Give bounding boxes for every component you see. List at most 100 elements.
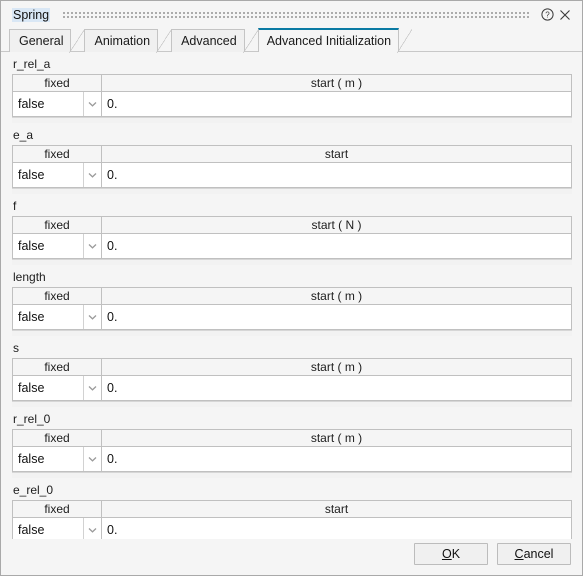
chevron-down-icon[interactable] [83,447,101,471]
tab-advanced[interactable]: Advanced [171,29,258,53]
help-circle-icon[interactable]: ? [538,6,556,24]
fixed-combobox-value: false [13,376,83,400]
chevron-down-icon[interactable] [83,92,101,116]
table-footer-strip [12,117,572,123]
column-header-start: start [102,501,571,517]
group-label: length [13,270,46,284]
table-row: false 0. [13,305,571,329]
tab-label: Advanced Initialization [266,34,392,48]
table-footer-strip [12,188,572,194]
table-row: false 0. [13,234,571,258]
parameter-group-f: f fixed start ( N ) false 0. [12,199,572,265]
table-row: false 0. [13,92,571,116]
column-header-start: start ( m ) [102,288,571,304]
ok-button-label: K [451,546,461,561]
start-value-input[interactable]: 0. [102,518,571,539]
group-label: e_a [13,128,34,142]
fixed-combobox[interactable]: false [13,376,102,400]
table-row: false 0. [13,518,571,539]
parameter-group-e_a: e_a fixed start false 0. [12,128,572,194]
chevron-down-icon[interactable] [83,234,101,258]
column-header-start: start ( m ) [102,75,571,91]
tab-animation[interactable]: Animation [84,29,171,53]
chevron-down-icon[interactable] [83,163,101,187]
parameter-group-s: s fixed start ( m ) false 0. [12,341,572,407]
table-header-row: fixed start ( m ) [13,359,571,376]
column-header-start: start [102,146,571,162]
fixed-combobox[interactable]: false [13,234,102,258]
tab-general[interactable]: General [9,29,86,53]
tab-label: General [19,34,64,48]
start-value-input[interactable]: 0. [102,376,571,400]
table-footer-strip [12,472,572,478]
fixed-combobox-value: false [13,234,83,258]
parameter-group-r_rel_a: r_rel_a fixed start ( m ) false 0. [12,57,572,123]
chevron-down-icon[interactable] [83,376,101,400]
svg-text:?: ? [545,11,550,20]
column-header-fixed: fixed [13,430,102,446]
table-row: false 0. [13,163,571,187]
title-bar: Spring ? [1,1,582,28]
start-value-input[interactable]: 0. [102,234,571,258]
table-header-row: fixed start [13,146,571,163]
ok-button-mnemonic: O [441,546,452,561]
parameter-table: fixed start false 0. [12,500,572,539]
table-row: false 0. [13,376,571,400]
dialog-window: Spring ? General Animation Advanced Adva… [0,0,583,576]
start-value-input[interactable]: 0. [102,305,571,329]
drag-grip[interactable] [62,10,529,19]
fixed-combobox[interactable]: false [13,163,102,187]
group-label: r_rel_0 [13,412,51,426]
start-value-input[interactable]: 0. [102,163,571,187]
chevron-down-icon[interactable] [83,518,101,539]
window-title: Spring [12,7,51,22]
column-header-fixed: fixed [13,501,102,517]
fixed-combobox[interactable]: false [13,92,102,116]
table-footer-strip [12,401,572,407]
fixed-combobox[interactable]: false [13,447,102,471]
group-label: f [13,199,17,213]
start-value-input[interactable]: 0. [102,92,571,116]
table-header-row: fixed start [13,501,571,518]
cancel-button[interactable]: Cancel [497,542,571,565]
column-header-fixed: fixed [13,217,102,233]
parameter-table: fixed start ( m ) false 0. [12,74,572,117]
fixed-combobox-value: false [13,92,83,116]
fixed-combobox[interactable]: false [13,305,102,329]
ok-button[interactable]: OK [414,542,488,565]
close-icon[interactable] [556,6,574,24]
tab-strip: General Animation Advanced Advanced Init… [1,28,582,53]
table-footer-strip [12,259,572,265]
column-header-fixed: fixed [13,146,102,162]
fixed-combobox-value: false [13,447,83,471]
chevron-down-icon[interactable] [83,305,101,329]
cancel-button-label: ancel [523,546,554,561]
table-header-row: fixed start ( m ) [13,75,571,92]
table-footer-strip [12,330,572,336]
parameter-table: fixed start false 0. [12,145,572,188]
parameter-table: fixed start ( N ) false 0. [12,216,572,259]
tab-label: Advanced [181,34,237,48]
table-row: false 0. [13,447,571,471]
cancel-button-mnemonic: C [514,546,524,561]
tab-panel-advanced-initialization: r_rel_a fixed start ( m ) false 0. e_a f… [1,52,582,539]
group-label: s [13,341,19,355]
parameter-table: fixed start ( m ) false 0. [12,287,572,330]
column-header-fixed: fixed [13,288,102,304]
start-value-input[interactable]: 0. [102,447,571,471]
fixed-combobox-value: false [13,163,83,187]
column-header-start: start ( m ) [102,359,571,375]
dialog-footer: OK Cancel [1,539,582,575]
column-header-fixed: fixed [13,75,102,91]
parameter-table: fixed start ( m ) false 0. [12,358,572,401]
parameter-group-e_rel_0: e_rel_0 fixed start false 0. [12,483,572,539]
group-label: r_rel_a [13,57,51,71]
tab-advanced-initialization[interactable]: Advanced Initialization [257,28,413,53]
column-header-start: start ( m ) [102,430,571,446]
table-header-row: fixed start ( N ) [13,217,571,234]
column-header-start: start ( N ) [102,217,571,233]
fixed-combobox-value: false [13,305,83,329]
fixed-combobox-value: false [13,518,83,539]
fixed-combobox[interactable]: false [13,518,102,539]
parameter-table: fixed start ( m ) false 0. [12,429,572,472]
